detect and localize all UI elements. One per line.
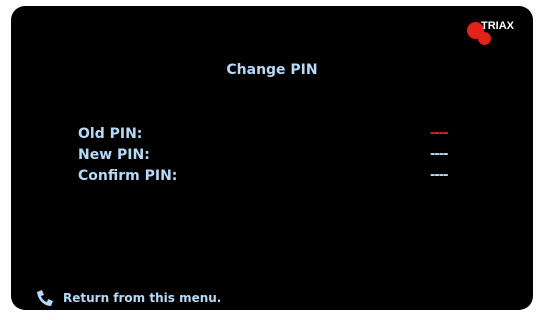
- confirm-pin-label: Confirm PIN:: [78, 168, 178, 184]
- footer-text: Return from this menu.: [63, 291, 222, 305]
- new-pin-input[interactable]: ----: [430, 147, 449, 162]
- brand-name: TRIAX: [481, 20, 514, 32]
- pin-form: Old PIN: ---- New PIN: ---- Confirm PIN:…: [78, 126, 458, 189]
- new-pin-label: New PIN:: [78, 147, 150, 163]
- confirm-pin-row[interactable]: Confirm PIN: ----: [78, 168, 458, 189]
- triax-logo: TRIAX: [467, 18, 527, 58]
- footer-hint: Return from this menu.: [35, 289, 221, 307]
- old-pin-label: Old PIN:: [78, 126, 143, 142]
- menu-screen: TRIAX Change PIN Old PIN: ---- New PIN: …: [11, 6, 533, 310]
- old-pin-row[interactable]: Old PIN: ----: [78, 126, 458, 147]
- old-pin-input[interactable]: ----: [430, 126, 449, 141]
- logo-dot-icon: [478, 32, 491, 45]
- new-pin-row[interactable]: New PIN: ----: [78, 147, 458, 168]
- page-title: Change PIN: [226, 62, 318, 78]
- back-icon: [37, 290, 53, 306]
- confirm-pin-input[interactable]: ----: [430, 168, 449, 183]
